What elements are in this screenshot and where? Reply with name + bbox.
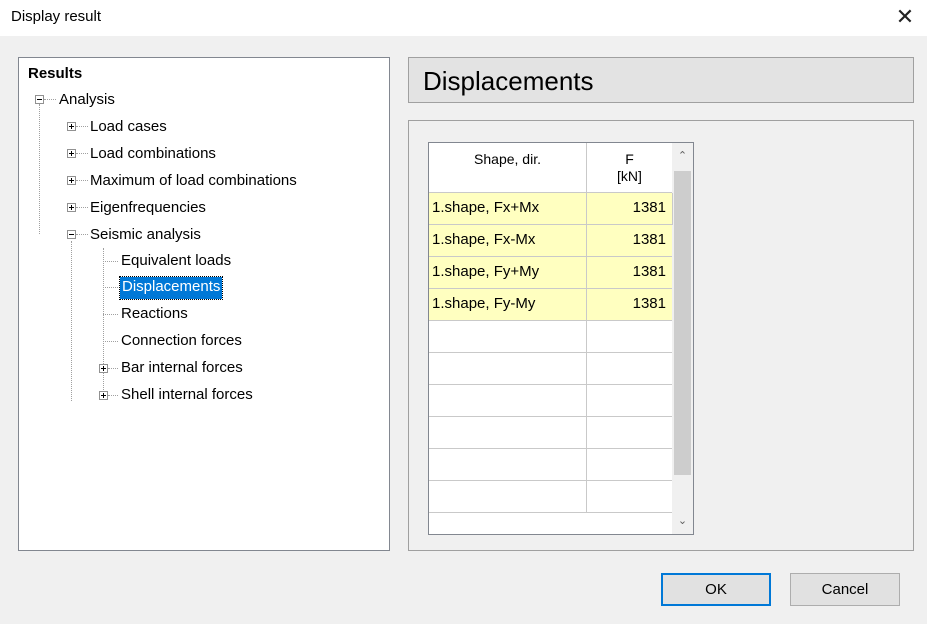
tree-connector (103, 314, 118, 315)
cell-shape[interactable]: 1.shape, Fx+Mx (429, 193, 587, 225)
cell-empty[interactable] (429, 321, 587, 353)
column-header-force-label: F (625, 151, 634, 167)
expand-icon[interactable] (99, 364, 108, 373)
cell-force[interactable]: 1381 (587, 225, 673, 257)
column-header-shape-label: Shape, dir. (474, 151, 541, 167)
table-row-empty[interactable] (429, 321, 673, 353)
cell-force[interactable]: 1381 (587, 257, 673, 289)
expand-icon[interactable] (67, 149, 76, 158)
tree-connector (103, 261, 118, 262)
tree-item-reactions[interactable]: Reactions (121, 304, 188, 326)
cell-empty[interactable] (429, 385, 587, 417)
tree-item-equivalent-loads[interactable]: Equivalent loads (121, 251, 231, 273)
tree-item-seismic-analysis[interactable]: Seismic analysis (90, 225, 201, 247)
table-row[interactable]: 1.shape, Fx+Mx 1381 (429, 193, 673, 225)
cell-force[interactable]: 1381 (587, 289, 673, 321)
scroll-up-icon[interactable]: ⌃ (672, 145, 693, 167)
cell-empty[interactable] (587, 385, 673, 417)
tree-item-displacements[interactable]: Displacements (118, 276, 224, 300)
table-row-empty[interactable] (429, 449, 673, 481)
table-row-empty[interactable] (429, 353, 673, 385)
collapse-icon[interactable] (35, 95, 44, 104)
tree-connector (76, 180, 88, 181)
window-title: Display result (11, 8, 102, 25)
tree-item-load-cases[interactable]: Load cases (90, 117, 167, 139)
tree-connector (108, 395, 118, 396)
cell-empty[interactable] (587, 449, 673, 481)
scrollbar-thumb[interactable] (674, 171, 691, 475)
page-title: Displacements (423, 66, 594, 96)
cell-shape[interactable]: 1.shape, Fy+My (429, 257, 587, 289)
tree-item-shell-internal-forces[interactable]: Shell internal forces (121, 385, 253, 407)
column-header-shape[interactable]: Shape, dir. (429, 143, 587, 193)
expand-icon[interactable] (67, 122, 76, 131)
cell-empty[interactable] (429, 449, 587, 481)
title-bar: Display result ✕ (0, 0, 927, 36)
table-row[interactable]: 1.shape, Fx-Mx 1381 (429, 225, 673, 257)
results-tree[interactable]: Results Analysis Load cases Load combina… (18, 57, 390, 551)
cell-empty[interactable] (429, 353, 587, 385)
tree-connector (103, 287, 118, 288)
column-header-force[interactable]: F [kN] (587, 143, 673, 193)
expand-icon[interactable] (99, 391, 108, 400)
tree-item-analysis[interactable]: Analysis (59, 90, 115, 112)
cell-empty[interactable] (429, 417, 587, 449)
cell-empty[interactable] (587, 321, 673, 353)
tree-item-maximum-of-load-combinations[interactable]: Maximum of load combinations (90, 171, 297, 193)
cell-force[interactable]: 1381 (587, 193, 673, 225)
collapse-icon[interactable] (67, 230, 76, 239)
tree-connector (71, 241, 72, 401)
expand-icon[interactable] (67, 203, 76, 212)
tree-connector (39, 104, 40, 234)
tree-connector (76, 126, 88, 127)
tree-connector (103, 341, 118, 342)
table-row[interactable]: 1.shape, Fy-My 1381 (429, 289, 673, 321)
vertical-scrollbar[interactable]: ⌃ ⌄ (672, 143, 693, 534)
cell-empty[interactable] (587, 481, 673, 513)
column-header-force-unit: [kN] (617, 168, 642, 184)
scroll-down-icon[interactable]: ⌄ (672, 510, 693, 532)
cancel-button[interactable]: Cancel (790, 573, 900, 606)
cell-empty[interactable] (429, 481, 587, 513)
tree-connector (76, 153, 88, 154)
ok-button[interactable]: OK (661, 573, 771, 606)
cell-shape[interactable]: 1.shape, Fy-My (429, 289, 587, 321)
tree-item-eigenfrequencies[interactable]: Eigenfrequencies (90, 198, 206, 220)
tree-item-connection-forces[interactable]: Connection forces (121, 331, 242, 353)
cell-shape[interactable]: 1.shape, Fx-Mx (429, 225, 587, 257)
expand-icon[interactable] (67, 176, 76, 185)
result-header: Displacements (408, 57, 914, 103)
tree-item-bar-internal-forces[interactable]: Bar internal forces (121, 358, 243, 380)
tree-connector (44, 99, 56, 100)
table-row-empty[interactable] (429, 481, 673, 513)
table-row[interactable]: 1.shape, Fy+My 1381 (429, 257, 673, 289)
tree-connector (76, 207, 88, 208)
table-row-empty[interactable] (429, 385, 673, 417)
tree-item-load-combinations[interactable]: Load combinations (90, 144, 216, 166)
tree-root-results: Results (28, 65, 83, 82)
close-icon[interactable]: ✕ (883, 0, 927, 34)
displacements-grid[interactable]: Shape, dir. F [kN] 1.shape, Fx+Mx 1381 1… (428, 142, 694, 535)
cell-empty[interactable] (587, 353, 673, 385)
cell-empty[interactable] (587, 417, 673, 449)
tree-connector (76, 234, 88, 235)
table-row-empty[interactable] (429, 417, 673, 449)
tree-connector (108, 368, 118, 369)
